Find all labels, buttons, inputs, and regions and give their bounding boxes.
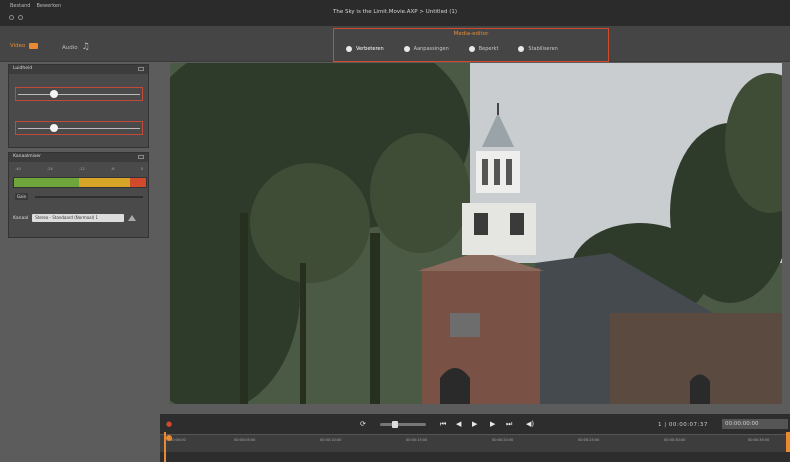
ruler-tick: 00:00:30:00 [664,438,686,442]
window-title: The Sky is the Limit.Movie.AXP > Untitle… [332,9,458,15]
levels-panel: Luidheid [8,64,149,148]
playhead[interactable] [164,432,172,462]
step-forward-icon[interactable]: ▶ [490,420,495,428]
meter-scale-label: -24 [46,167,53,171]
meter-scale-label: -12 [78,167,85,171]
media-editor-title: Media-editor [453,31,489,37]
meter-scale: -40 -24 -12 -6 0 [15,167,143,171]
collapse-icon[interactable] [138,67,144,71]
channel-row: Kanaal Stereo - Standaard (Normaal) 1 [13,213,147,223]
ruler-tick: 00:00:35:00 [748,438,770,442]
tab-aanpassingen[interactable]: Aanpassingen [403,46,449,52]
ruler-tick: 00:00:20:00 [492,438,514,442]
video-preview[interactable] [170,63,782,404]
end-marker[interactable] [786,432,790,452]
transport-controls: ● ⟳ ⏮ ◀ ▶ ▶ ⏭ ◀) 1 | 00:00:07:37 00:00:0… [160,416,790,432]
volume-icon[interactable]: ◀) [526,420,534,428]
zoom-slider-knob[interactable] [392,421,398,428]
ruler-tick: 00:00:05:00 [234,438,256,442]
gain-control[interactable]: Gain [15,193,143,201]
skip-start-icon[interactable]: ⏮ [440,420,446,428]
mode-bar: Video Audio ♫ Media-editor Verbeteren Aa… [0,26,790,62]
tab-audio[interactable]: Audio ♫ [62,43,90,52]
panel-header: Luidheid [9,65,148,74]
transport-timeline: ● ⟳ ⏮ ◀ ▶ ▶ ⏭ ◀) 1 | 00:00:07:37 00:00:0… [160,414,790,462]
video-camera-icon [29,43,39,49]
church-scene-image [170,63,782,404]
zoom-slider[interactable] [380,421,426,428]
title-bar: Bestand Bewerken The Sky is the Limit.Mo… [0,0,790,26]
panel-title: Luidheid [13,66,33,71]
info-icon [518,46,525,52]
info-icon [403,46,410,52]
tab-label: Beperkt [478,46,499,52]
playhead-handle[interactable] [166,435,172,441]
quick-access-toolbar [9,15,23,20]
timeline-ruler[interactable]: 00:00:00 00:00:05:00 00:00:10:00 00:00:1… [160,434,790,452]
audio-level-meter [13,177,147,188]
tab-video-label: Video [10,43,26,49]
info-icon [468,46,475,52]
tab-label: Aanpassingen [413,46,449,52]
record-icon[interactable]: ● [166,420,172,428]
undo-icon[interactable] [9,15,14,20]
redo-icon[interactable] [18,15,23,20]
level-slider[interactable] [15,121,143,135]
slider-track [18,94,140,95]
meter-green-zone [14,178,80,187]
panel-header: Kanaalmixer [9,153,148,162]
channel-label: Kanaal [13,215,29,221]
panel-title: Kanaalmixer [13,154,42,159]
slider-knob[interactable] [49,124,58,132]
music-note-icon: ♫ [81,42,90,52]
slider-knob[interactable] [49,90,58,98]
play-icon[interactable]: ▶ [472,420,477,428]
meter-scale-label: 0 [140,167,143,171]
meter-yellow-zone [79,178,131,187]
tab-verbeteren[interactable]: Verbeteren [346,46,384,52]
tab-label: Verbeteren [356,46,384,52]
channel-dropdown[interactable]: Stereo - Standaard (Normaal) 1 [32,214,125,222]
collapse-icon[interactable] [138,155,144,159]
pinnacle-editor-window: Bestand Bewerken The Sky is the Limit.Mo… [0,0,790,462]
current-timecode: 1 | 00:00:07:37 [658,422,708,428]
meter-scale-label: -40 [15,167,21,171]
loop-icon[interactable]: ⟳ [360,420,366,428]
gain-slider-track[interactable] [35,196,143,198]
tab-label: Stabiliseren [528,46,558,52]
ruler-tick: 00:00:00 [170,438,186,442]
meter-scale-label: -6 [110,167,115,171]
ruler-tick: 00:00:25:00 [578,438,600,442]
media-editor-highlight: Media-editor Verbeteren Aanpassingen Bep… [333,28,609,62]
skip-end-icon[interactable]: ⏭ [506,420,512,428]
warning-triangle-icon[interactable] [128,215,137,221]
tab-audio-label: Audio [62,44,78,51]
tab-beperkt[interactable]: Beperkt [468,46,499,52]
info-icon [346,46,352,52]
tab-stabiliseren[interactable]: Stabiliseren [518,46,558,52]
step-back-icon[interactable]: ◀ [456,420,461,428]
slider-track [18,128,140,129]
channel-mixer-panel: Kanaalmixer -40 -24 -12 -6 0 Gain Kanaal… [8,152,149,238]
ruler-tick: 00:00:10:00 [320,438,342,442]
level-slider[interactable] [15,87,143,101]
duration-timecode[interactable]: 00:00:00:00 [722,419,788,429]
meter-red-zone [130,178,146,187]
tab-video[interactable]: Video [10,43,39,49]
ruler-tick: 00:00:15:00 [406,438,428,442]
media-editor-tabs: Verbeteren Aanpassingen Beperkt Stabilis… [346,46,558,52]
gain-label: Gain [15,193,29,200]
